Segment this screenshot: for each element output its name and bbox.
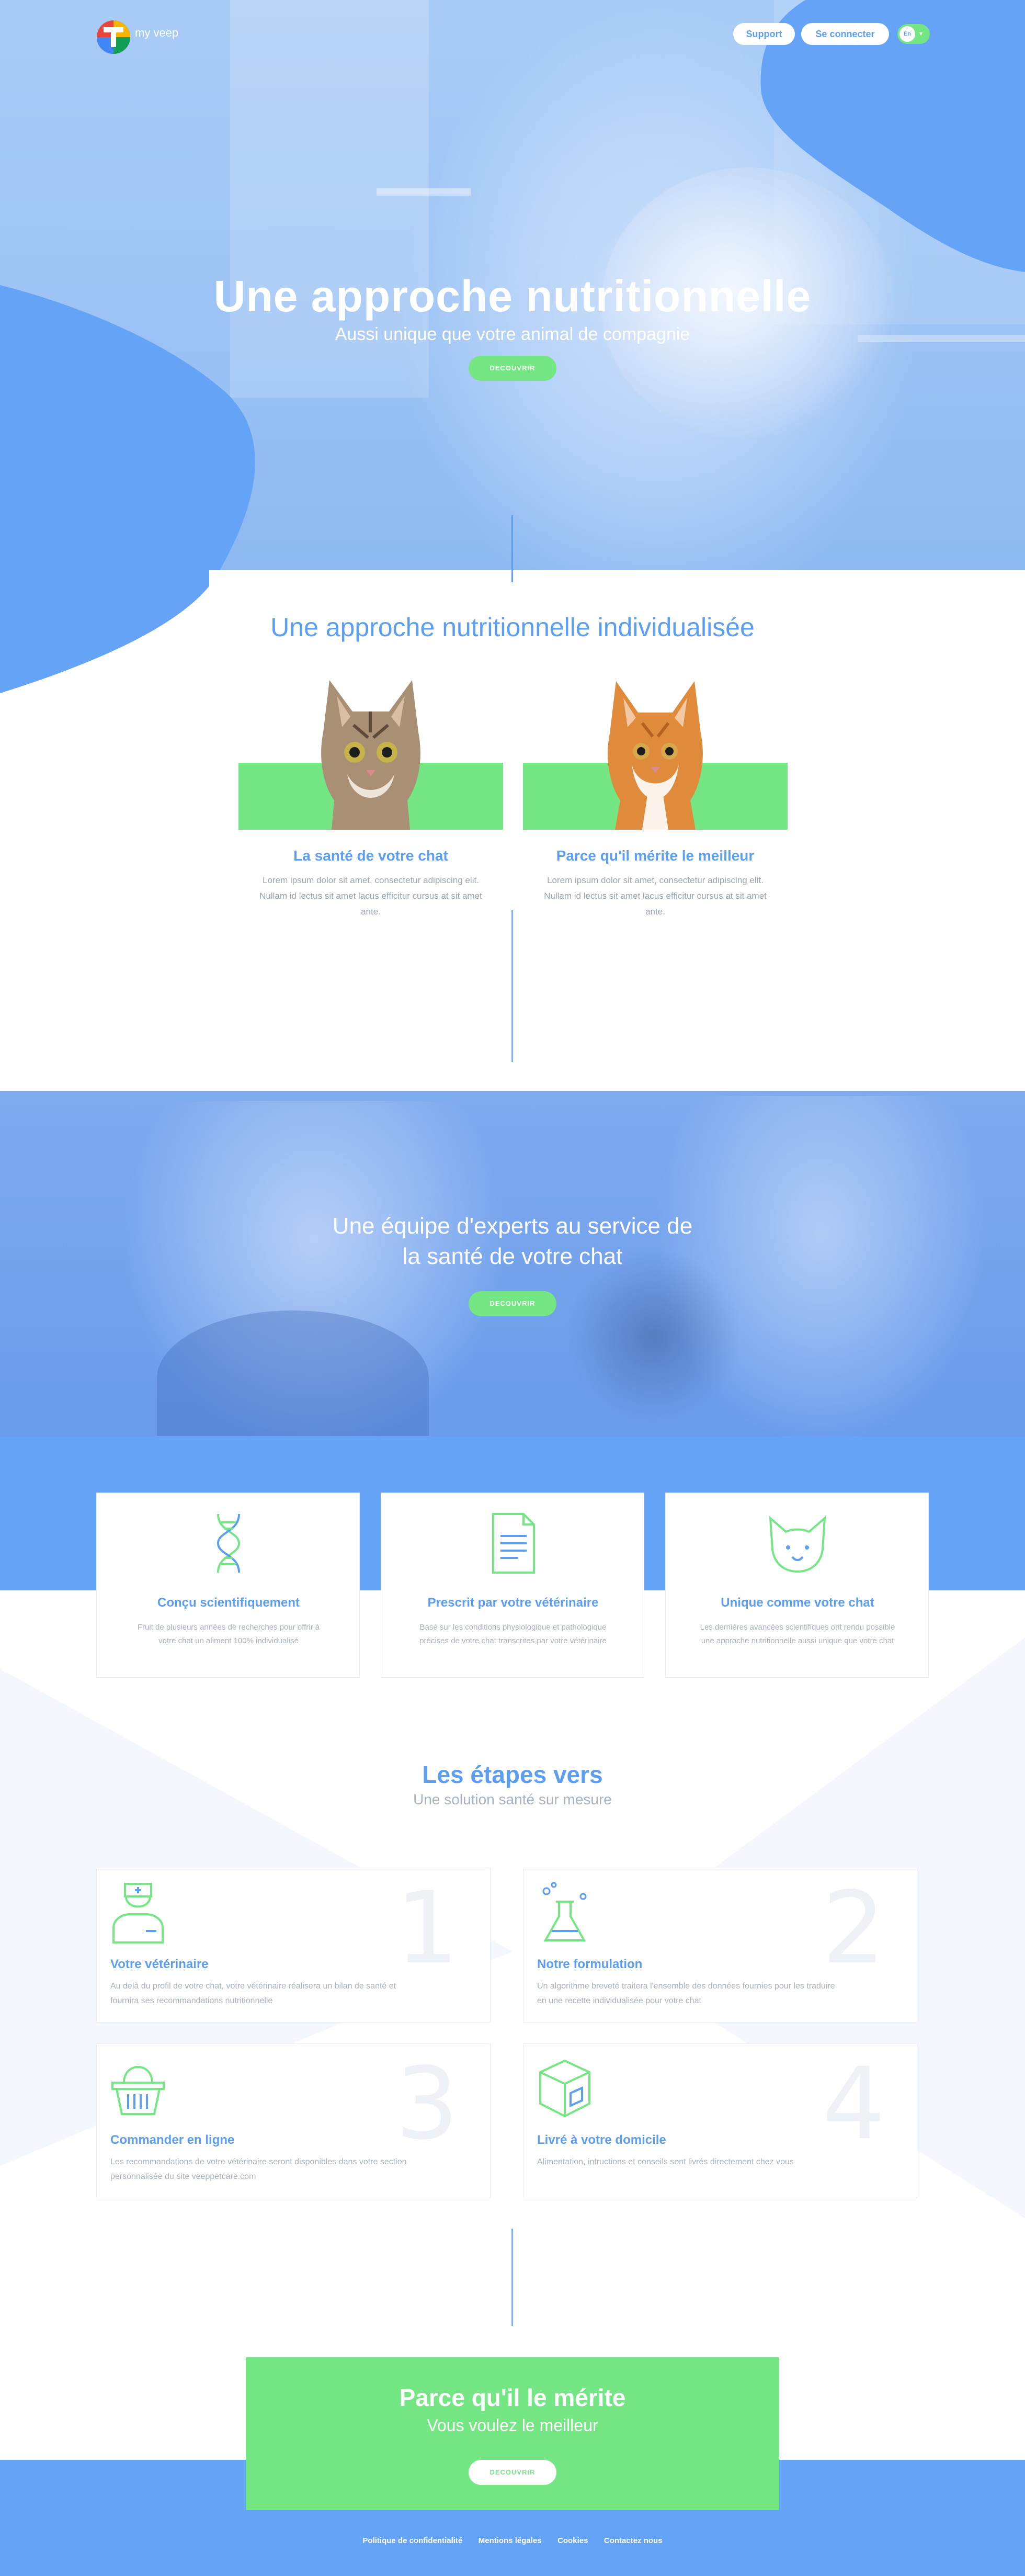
orange-cat-image xyxy=(608,681,703,830)
cat-card-text: Lorem ipsum dolor sit amet, consectetur … xyxy=(544,875,767,917)
step-number: 4 xyxy=(822,2046,885,2162)
feature-title: Prescrit par votre vétérinaire xyxy=(427,1596,599,1610)
cta-panel: Parce qu'il le mérite Vous voulez le mei… xyxy=(246,2357,779,2510)
experts-title-line2: la santé de votre chat xyxy=(402,1244,623,1269)
footer-link-legal[interactable]: Mentions légales xyxy=(479,2536,542,2545)
experts-title-line1: Une équipe d'experts au service de xyxy=(332,1213,693,1239)
support-button[interactable]: Support xyxy=(733,23,795,45)
feature-card: Prescrit par votre vétérinaire Basé sur … xyxy=(381,1493,644,1678)
brand-logo-text[interactable]: my veep xyxy=(135,26,178,40)
footer-link-contact[interactable]: Contactez nous xyxy=(604,2536,663,2545)
step-text: Les recommandations de votre vétérinaire… xyxy=(110,2157,407,2181)
step-number: 1 xyxy=(395,1870,459,1986)
steps-title: Les étapes vers xyxy=(422,1761,603,1788)
step-title: Votre vétérinaire xyxy=(110,1957,209,1971)
cat-card-title: Parce qu'il mérite le meilleur xyxy=(556,848,755,864)
language-selector[interactable]: En ▾ xyxy=(897,24,930,44)
dna-icon xyxy=(217,1513,241,1573)
cta-title: Parce qu'il le mérite xyxy=(399,2384,626,2411)
step-text: Alimentation, intructions et conseils so… xyxy=(537,2157,794,2166)
step-title: Notre formulation xyxy=(537,1957,643,1971)
footer-link-cookies[interactable]: Cookies xyxy=(557,2536,588,2545)
veterinarian-icon xyxy=(112,1883,164,1944)
package-icon xyxy=(539,2059,590,2118)
language-current: En xyxy=(899,26,915,42)
basket-icon xyxy=(111,2066,165,2115)
feature-title: Conçu scientifiquement xyxy=(157,1596,300,1610)
feature-text: Fruit de plusieurs années de recherches … xyxy=(137,1623,320,1645)
feature-text: Les dernières avancées scientifiques ont… xyxy=(700,1623,895,1645)
step-number: 2 xyxy=(822,1870,885,1986)
cat-face-icon xyxy=(769,1516,826,1573)
divider-line xyxy=(511,910,513,1062)
step-title: Livré à votre domicile xyxy=(537,2133,666,2147)
feature-card: Conçu scientifiquement Fruit de plusieur… xyxy=(96,1493,360,1678)
step-title: Commander en ligne xyxy=(110,2133,235,2147)
step-card: 2 Notre formulation Un algorithme brevet… xyxy=(523,1868,917,2023)
tabby-cat-image xyxy=(321,680,420,830)
footer-links: Politique de confidentialité Mentions lé… xyxy=(0,2536,1025,2546)
step-card: 4 Livré à votre domicile Alimentation, i… xyxy=(523,2043,917,2198)
feature-title: Unique comme votre chat xyxy=(721,1596,874,1610)
footer-link-privacy[interactable]: Politique de confidentialité xyxy=(362,2536,462,2545)
feature-text: Basé sur les conditions physiologique et… xyxy=(419,1623,607,1645)
cat-card-title: La santé de votre chat xyxy=(293,848,448,864)
hero-discover-button[interactable]: DECOUVRIR xyxy=(469,356,556,381)
flask-icon xyxy=(542,1882,587,1941)
hero-subtitle: Aussi unique que votre animal de compagn… xyxy=(335,324,690,344)
brand-logo-icon[interactable] xyxy=(95,19,132,55)
steps-decor-shapes xyxy=(0,1637,1025,2218)
experts-section: Une équipe d'experts au service de la sa… xyxy=(0,1091,1025,1436)
step-text: Au delà du profil de votre chat, votre v… xyxy=(110,1982,396,2005)
cat-card-tabby xyxy=(238,675,503,830)
experts-photo-cat xyxy=(565,1248,743,1426)
step-card: 1 Votre vétérinaire Au delà du profil de… xyxy=(96,1868,491,2023)
step-number: 3 xyxy=(395,2046,459,2162)
cta-subtitle: Vous voulez le meilleur xyxy=(427,2416,598,2435)
steps-background xyxy=(0,1590,1025,2459)
chevron-down-icon: ▾ xyxy=(919,30,923,37)
step-card: 3 Commander en ligne Les recommandations… xyxy=(96,2043,491,2198)
feature-card: Unique comme votre chat Les dernières av… xyxy=(665,1493,929,1678)
approach-title: Une approche nutritionnelle individualis… xyxy=(270,613,755,642)
cta-discover-button[interactable]: DECOUVRIR xyxy=(469,2460,556,2485)
hero-section: my veep Support Se connecter En ▾ Une ap… xyxy=(0,0,1025,570)
divider-line xyxy=(511,515,513,582)
steps-subtitle: Une solution santé sur mesure xyxy=(413,1791,612,1807)
document-icon xyxy=(492,1513,535,1574)
hero-title: Une approche nutritionnelle xyxy=(213,272,812,321)
divider-line xyxy=(511,2229,513,2326)
cat-card-orange xyxy=(523,675,788,830)
step-text: Un algorithme breveté traitera l'ensembl… xyxy=(537,1982,835,2005)
experts-discover-button[interactable]: DECOUVRIR xyxy=(469,1291,556,1316)
login-button[interactable]: Se connecter xyxy=(801,23,889,45)
cat-card-text: Lorem ipsum dolor sit amet, consectetur … xyxy=(259,875,482,917)
